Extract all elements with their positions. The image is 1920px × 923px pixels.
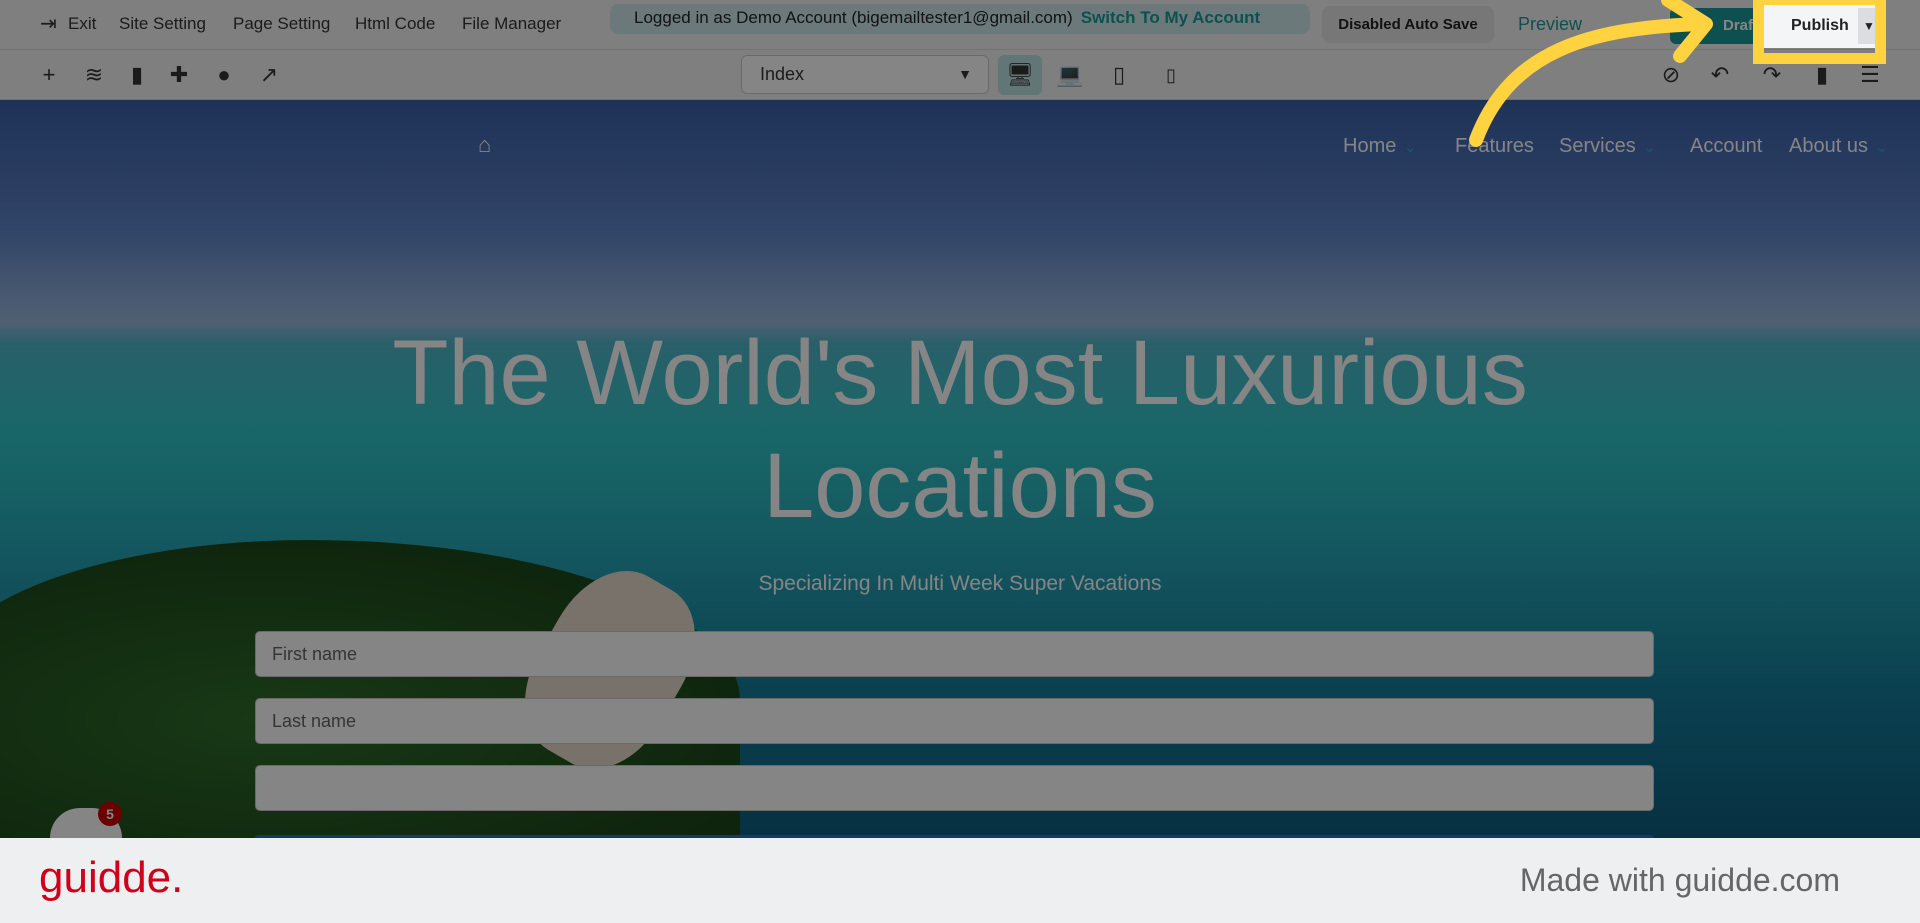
nav-account[interactable]: Account: [1690, 135, 1762, 158]
chat-badge: 5: [98, 802, 122, 826]
nav-home[interactable]: Home ⌄: [1343, 135, 1416, 158]
page-setting-menu[interactable]: Page Setting: [233, 14, 330, 34]
page-icon[interactable]: ▮: [124, 62, 150, 88]
undo-icon[interactable]: ↶: [1707, 62, 1733, 88]
site-logo-icon[interactable]: ⌂: [478, 132, 491, 158]
chevron-down-icon: ▼: [958, 66, 972, 82]
add-icon[interactable]: +: [36, 62, 62, 88]
logged-in-banner: Logged in as Demo Account (bigemailteste…: [610, 4, 1310, 34]
dimmed-editor: ⇥ Exit Site Setting Page Setting Html Co…: [0, 0, 1920, 838]
redo-icon[interactable]: ↷: [1759, 62, 1785, 88]
switch-account-link[interactable]: Switch To My Account: [1081, 8, 1260, 27]
page-select-value: Index: [760, 64, 805, 84]
chevron-down-icon: ⌄: [1404, 139, 1417, 155]
hero-heading-line1: The World's Most Luxurious: [392, 322, 1528, 424]
nav-home-label: Home: [1343, 135, 1397, 157]
top-menu-bar: ⇥ Exit Site Setting Page Setting Html Co…: [0, 0, 1920, 50]
exit-icon: ⇥: [40, 13, 57, 35]
editor-toolbar: + ≋ ▮ ✚ ● ↗ Index ▼ 🖥 💻 ▯ ▯ ⊘ ↶ ↷ ▮ ☰: [0, 50, 1920, 100]
hide-icon[interactable]: ⊘: [1658, 62, 1684, 88]
site-setting-menu[interactable]: Site Setting: [119, 14, 206, 34]
puzzle-icon[interactable]: ✚: [166, 62, 192, 88]
exit-button[interactable]: Exit: [68, 14, 96, 34]
last-name-input[interactable]: Last name: [255, 698, 1654, 744]
preview-button[interactable]: Preview: [1518, 14, 1582, 35]
chevron-down-icon: ⌄: [1643, 139, 1656, 155]
html-code-menu[interactable]: Html Code: [355, 14, 435, 34]
hero-heading-line2: Locations: [763, 435, 1157, 537]
tablet-view-button[interactable]: ▯: [1097, 55, 1141, 95]
file-manager-menu[interactable]: File Manager: [462, 14, 561, 34]
page-select[interactable]: Index ▼: [741, 55, 989, 94]
settings-sliders-icon[interactable]: ☰: [1857, 62, 1883, 88]
chevron-down-icon: ⌄: [1875, 139, 1888, 155]
nav-about-label: About us: [1789, 135, 1868, 157]
palette-icon[interactable]: ●: [211, 62, 237, 88]
save-icon[interactable]: ▮: [1809, 62, 1835, 88]
nav-about[interactable]: About us ⌄: [1789, 135, 1888, 158]
highlight-box: [1753, 0, 1886, 64]
hero-subtitle: Specializing In Multi Week Super Vacatio…: [758, 572, 1162, 595]
auto-save-toggle[interactable]: Disabled Auto Save: [1322, 6, 1494, 43]
laptop-view-button[interactable]: 💻: [1048, 55, 1092, 95]
nav-services-label: Services: [1559, 135, 1636, 157]
nav-features[interactable]: Features: [1455, 135, 1534, 158]
nav-services[interactable]: Services ⌄: [1559, 135, 1655, 158]
guidde-logo: guidde.: [39, 853, 184, 902]
logged-in-text: Logged in as Demo Account (bigemailteste…: [634, 8, 1073, 27]
email-input[interactable]: [255, 765, 1654, 811]
guidde-footer: guidde. Made with guidde.com: [0, 838, 1920, 923]
mobile-view-button[interactable]: ▯: [1149, 55, 1193, 95]
first-name-input[interactable]: First name: [255, 631, 1654, 677]
made-with-text: Made with guidde.com: [1519, 862, 1840, 898]
desktop-view-button[interactable]: 🖥: [998, 55, 1042, 95]
external-link-icon[interactable]: ↗: [256, 62, 282, 88]
layers-icon[interactable]: ≋: [81, 62, 107, 88]
